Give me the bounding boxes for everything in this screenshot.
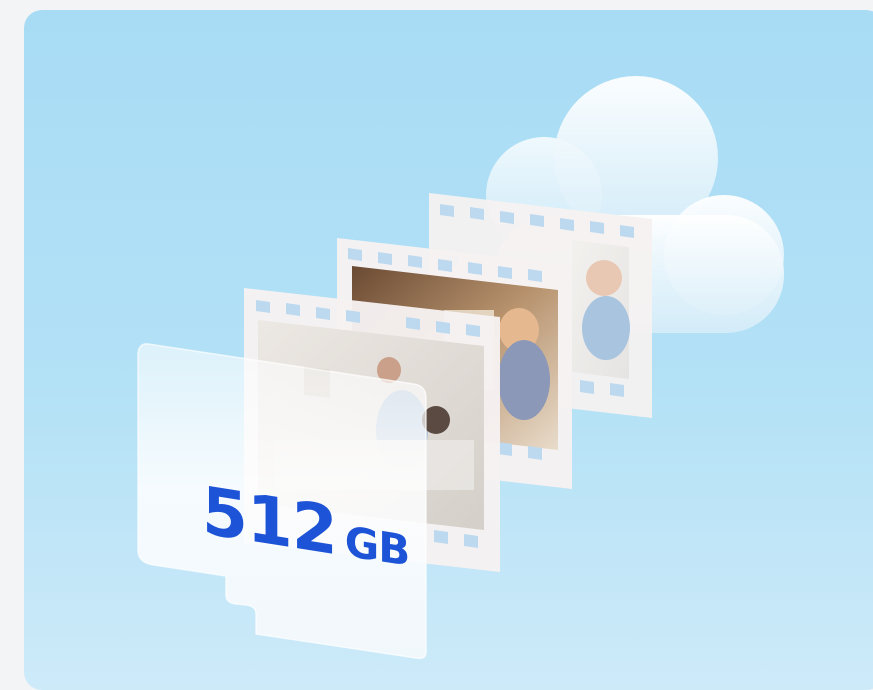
capacity-unit: GB xyxy=(344,516,410,576)
storage-illustration xyxy=(137,76,784,660)
hero-illustration-card: 512 GB xyxy=(24,10,873,690)
